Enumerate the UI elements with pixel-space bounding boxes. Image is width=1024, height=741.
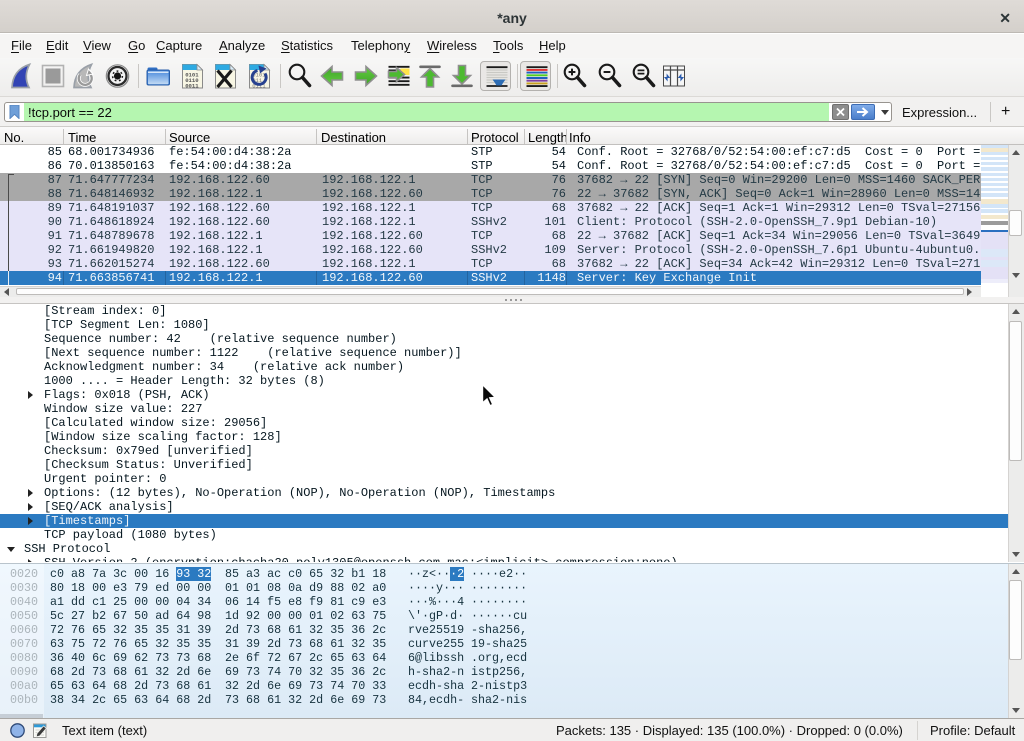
svg-text:0011: 0011 (185, 83, 199, 90)
